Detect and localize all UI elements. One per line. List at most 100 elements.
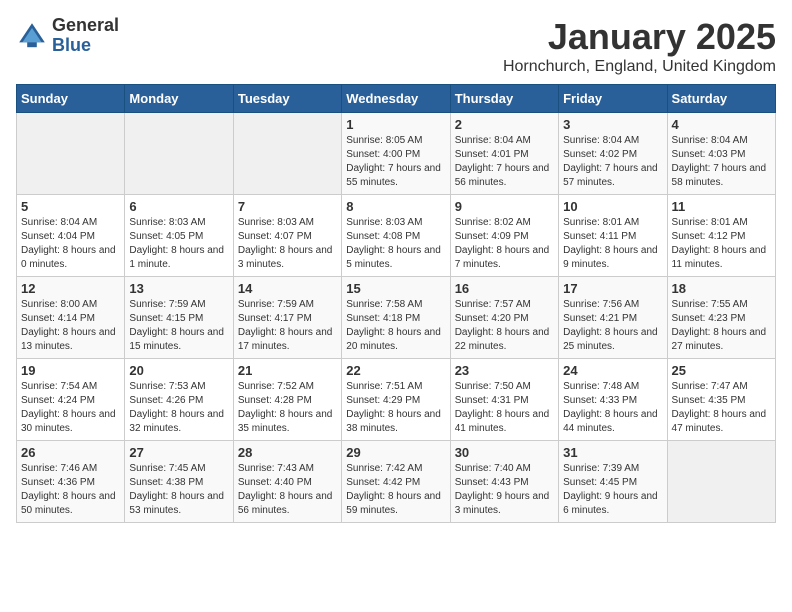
calendar-cell: 7 Sunrise: 8:03 AM Sunset: 4:07 PM Daylig… — [233, 195, 341, 277]
header-row: SundayMondayTuesdayWednesdayThursdayFrid… — [17, 85, 776, 113]
calendar-cell: 2Sunrise: 8:04 AM Sunset: 4:01 PM Daylig… — [450, 113, 558, 195]
day-number: 1 — [346, 117, 445, 132]
cell-content: Sunrise: 8:04 AM Sunset: 4:02 PM Dayligh… — [563, 134, 662, 190]
day-number: 2 — [455, 117, 554, 132]
calendar-cell: 16 Sunrise: 7:57 AM Sunset: 4:20 PM Dayli… — [450, 277, 558, 359]
day-number: 3 — [563, 117, 662, 132]
calendar-cell: 8 Sunrise: 8:03 AM Sunset: 4:08 PM Daylig… — [342, 195, 450, 277]
calendar-cell: 26Sunrise: 7:46 AM Sunset: 4:36 PM Dayli… — [17, 441, 125, 523]
cell-content: Sunrise: 8:05 AM Sunset: 4:00 PM Dayligh… — [346, 134, 445, 190]
calendar-cell — [233, 113, 341, 195]
cell-content: Sunrise: 7:40 AM Sunset: 4:43 PM Dayligh… — [455, 462, 554, 518]
logo: General Blue — [16, 16, 119, 56]
calendar-cell: 14Sunrise: 7:59 AM Sunset: 4:17 PM Dayli… — [233, 277, 341, 359]
calendar-cell: 28 Sunrise: 7:43 AM Sunset: 4:40 PM Dayli… — [233, 441, 341, 523]
cell-content: Sunrise: 7:45 AM Sunset: 4:38 PM Dayligh… — [129, 462, 228, 518]
cell-content: Sunrise: 7:47 AM Sunset: 4:35 PM Dayligh… — [672, 380, 771, 436]
calendar-cell: 27 Sunrise: 7:45 AM Sunset: 4:38 PM Dayli… — [125, 441, 233, 523]
calendar-cell: 5 Sunrise: 8:04 AM Sunset: 4:04 PM Daylig… — [17, 195, 125, 277]
day-number: 7 — [238, 199, 337, 214]
calendar-cell — [125, 113, 233, 195]
cell-content: Sunrise: 8:04 AM Sunset: 4:03 PM Dayligh… — [672, 134, 771, 190]
cell-content: Sunrise: 8:03 AM Sunset: 4:07 PM Dayligh… — [238, 216, 337, 272]
logo-icon — [16, 20, 48, 52]
week-row-4: 19Sunrise: 7:54 AM Sunset: 4:24 PM Dayli… — [17, 359, 776, 441]
day-number: 26 — [21, 445, 120, 460]
day-number: 25 — [672, 363, 771, 378]
day-number: 24 — [563, 363, 662, 378]
cell-content: Sunrise: 7:48 AM Sunset: 4:33 PM Dayligh… — [563, 380, 662, 436]
day-number: 12 — [21, 281, 120, 296]
location-text: Hornchurch, England, United Kingdom — [503, 58, 776, 76]
day-number: 15 — [346, 281, 445, 296]
calendar-cell: 22 Sunrise: 7:51 AM Sunset: 4:29 PM Dayli… — [342, 359, 450, 441]
day-number: 10 — [563, 199, 662, 214]
week-row-3: 12 Sunrise: 8:00 AM Sunset: 4:14 PM Dayli… — [17, 277, 776, 359]
cell-content: Sunrise: 7:42 AM Sunset: 4:42 PM Dayligh… — [346, 462, 445, 518]
day-number: 16 — [455, 281, 554, 296]
day-header-thursday: Thursday — [450, 85, 558, 113]
day-number: 18 — [672, 281, 771, 296]
day-number: 19 — [21, 363, 120, 378]
cell-content: Sunrise: 8:00 AM Sunset: 4:14 PM Dayligh… — [21, 298, 120, 354]
calendar-cell: 15 Sunrise: 7:58 AM Sunset: 4:18 PM Dayli… — [342, 277, 450, 359]
cell-content: Sunrise: 8:01 AM Sunset: 4:12 PM Dayligh… — [672, 216, 771, 272]
calendar-cell: 12 Sunrise: 8:00 AM Sunset: 4:14 PM Dayli… — [17, 277, 125, 359]
cell-content: Sunrise: 8:02 AM Sunset: 4:09 PM Dayligh… — [455, 216, 554, 272]
day-number: 21 — [238, 363, 337, 378]
day-number: 29 — [346, 445, 445, 460]
calendar-cell: 29 Sunrise: 7:42 AM Sunset: 4:42 PM Dayli… — [342, 441, 450, 523]
cell-content: Sunrise: 7:39 AM Sunset: 4:45 PM Dayligh… — [563, 462, 662, 518]
logo-general-text: General — [52, 16, 119, 36]
calendar-table: SundayMondayTuesdayWednesdayThursdayFrid… — [16, 84, 776, 523]
day-header-monday: Monday — [125, 85, 233, 113]
day-number: 4 — [672, 117, 771, 132]
calendar-cell: 18Sunrise: 7:55 AM Sunset: 4:23 PM Dayli… — [667, 277, 775, 359]
day-number: 13 — [129, 281, 228, 296]
calendar-cell: 1 Sunrise: 8:05 AM Sunset: 4:00 PM Daylig… — [342, 113, 450, 195]
day-header-wednesday: Wednesday — [342, 85, 450, 113]
day-number: 31 — [563, 445, 662, 460]
cell-content: Sunrise: 8:04 AM Sunset: 4:04 PM Dayligh… — [21, 216, 120, 272]
week-row-2: 5 Sunrise: 8:04 AM Sunset: 4:04 PM Daylig… — [17, 195, 776, 277]
cell-content: Sunrise: 7:56 AM Sunset: 4:21 PM Dayligh… — [563, 298, 662, 354]
day-number: 8 — [346, 199, 445, 214]
calendar-cell: 24 Sunrise: 7:48 AM Sunset: 4:33 PM Dayli… — [559, 359, 667, 441]
day-number: 27 — [129, 445, 228, 460]
calendar-cell: 11 Sunrise: 8:01 AM Sunset: 4:12 PM Dayli… — [667, 195, 775, 277]
cell-content: Sunrise: 7:59 AM Sunset: 4:17 PM Dayligh… — [238, 298, 337, 354]
cell-content: Sunrise: 7:52 AM Sunset: 4:28 PM Dayligh… — [238, 380, 337, 436]
day-number: 22 — [346, 363, 445, 378]
week-row-1: 1 Sunrise: 8:05 AM Sunset: 4:00 PM Daylig… — [17, 113, 776, 195]
calendar-cell: 31 Sunrise: 7:39 AM Sunset: 4:45 PM Dayli… — [559, 441, 667, 523]
day-header-sunday: Sunday — [17, 85, 125, 113]
calendar-cell: 6Sunrise: 8:03 AM Sunset: 4:05 PM Daylig… — [125, 195, 233, 277]
calendar-cell: 3 Sunrise: 8:04 AM Sunset: 4:02 PM Daylig… — [559, 113, 667, 195]
cell-content: Sunrise: 7:57 AM Sunset: 4:20 PM Dayligh… — [455, 298, 554, 354]
calendar-cell: 13 Sunrise: 7:59 AM Sunset: 4:15 PM Dayli… — [125, 277, 233, 359]
cell-content: Sunrise: 7:50 AM Sunset: 4:31 PM Dayligh… — [455, 380, 554, 436]
cell-content: Sunrise: 7:53 AM Sunset: 4:26 PM Dayligh… — [129, 380, 228, 436]
cell-content: Sunrise: 7:43 AM Sunset: 4:40 PM Dayligh… — [238, 462, 337, 518]
day-header-tuesday: Tuesday — [233, 85, 341, 113]
page-header: General Blue January 2025 Hornchurch, En… — [16, 16, 776, 76]
calendar-cell: 30Sunrise: 7:40 AM Sunset: 4:43 PM Dayli… — [450, 441, 558, 523]
day-number: 28 — [238, 445, 337, 460]
calendar-cell — [667, 441, 775, 523]
day-number: 23 — [455, 363, 554, 378]
day-number: 17 — [563, 281, 662, 296]
title-area: January 2025 Hornchurch, England, United… — [503, 16, 776, 76]
cell-content: Sunrise: 7:51 AM Sunset: 4:29 PM Dayligh… — [346, 380, 445, 436]
day-header-friday: Friday — [559, 85, 667, 113]
day-number: 9 — [455, 199, 554, 214]
day-number: 5 — [21, 199, 120, 214]
cell-content: Sunrise: 7:59 AM Sunset: 4:15 PM Dayligh… — [129, 298, 228, 354]
day-number: 6 — [129, 199, 228, 214]
logo-blue-text: Blue — [52, 36, 119, 56]
cell-content: Sunrise: 8:03 AM Sunset: 4:08 PM Dayligh… — [346, 216, 445, 272]
calendar-cell — [17, 113, 125, 195]
calendar-cell: 10Sunrise: 8:01 AM Sunset: 4:11 PM Dayli… — [559, 195, 667, 277]
day-number: 11 — [672, 199, 771, 214]
day-header-saturday: Saturday — [667, 85, 775, 113]
cell-content: Sunrise: 7:58 AM Sunset: 4:18 PM Dayligh… — [346, 298, 445, 354]
